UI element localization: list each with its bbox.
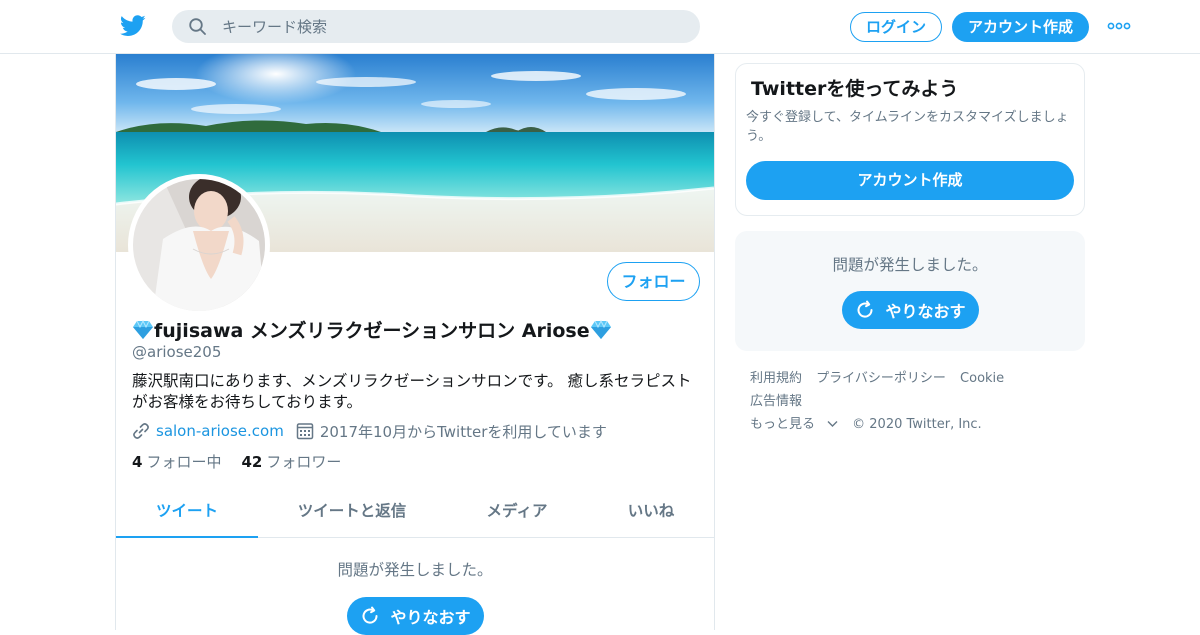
footer-second-row: もっと見る © 2020 Twitter, Inc. [750,413,1080,436]
profile-bio: 藤沢駅南口にあります、メンズリラクゼーションサロンです。 癒し系セラピストがお客… [132,372,692,411]
diamond-icon [590,319,611,339]
followers-stat[interactable]: 42 フォロワー [241,451,341,472]
profile-meta: salon-ariose.com 2017年10月からTwitterを利用してい… [132,421,607,441]
tab-tweets[interactable]: ツイート [116,491,258,538]
more-options-icon[interactable] [1107,22,1131,30]
profile-tabs: ツイート ツイートと返信 メディア いいね [116,491,714,538]
sidebar-error-message: 問題が発生しました。 [832,256,988,274]
search-bar[interactable] [172,10,700,43]
profile-column: フォロー fujisawa メンズリラクゼーションサロン Ariose @ari… [115,54,715,635]
profile-website-link[interactable]: salon-ariose.com [156,422,284,440]
diamond-icon [133,319,153,339]
chevron-down-icon [827,421,838,427]
sidebar-retry-button[interactable]: やりなおす [842,291,979,329]
profile-handle: @ariose205 [132,343,222,361]
footer-link-cookie[interactable]: Cookie [960,371,1004,386]
tab-media[interactable]: メディア [446,491,588,538]
following-label: フォロー中 [146,453,222,471]
login-button[interactable]: ログイン [850,12,942,42]
signup-card-title: Twitterを使ってみよう [751,78,959,100]
following-count: 4 [132,453,143,471]
sidebar-error-card: 問題が発生しました。 やりなおす [735,231,1085,351]
followers-label: フォロワー [266,453,342,471]
tab-likes[interactable]: いいね [588,491,714,538]
profile-avatar[interactable] [128,174,270,316]
footer-link-privacy[interactable]: プライバシーポリシー [816,371,946,386]
link-icon [133,423,149,439]
footer-more-link[interactable]: もっと見る [750,417,838,432]
refresh-icon [363,606,378,624]
footer: 利用規約 プライバシーポリシー Cookie 広告情報 もっと見る © 2020… [750,367,1080,436]
top-navigation-bar: ログイン アカウント作成 [0,0,1200,54]
signup-button[interactable]: アカウント作成 [952,12,1089,42]
signup-card-button[interactable]: アカウント作成 [746,161,1074,200]
footer-link-ads-info[interactable]: 広告情報 [750,394,802,409]
profile-joined-date: 2017年10月からTwitterを利用しています [319,422,607,441]
footer-links-row: 利用規約 プライバシーポリシー Cookie 広告情報 [750,367,1080,413]
display-name-text: fujisawa メンズリラクゼーションサロン Ariose [154,320,590,342]
footer-link-terms[interactable]: 利用規約 [750,371,802,386]
retry-label: やりなおす [885,302,966,321]
footer-more-label: もっと見る [750,417,816,432]
footer-copyright: © 2020 Twitter, Inc. [852,417,982,432]
timeline-retry-button[interactable]: やりなおす [347,597,484,635]
twitter-bird-logo-icon[interactable] [120,14,146,38]
profile-display-name: fujisawa メンズリラクゼーションサロン Ariose [132,316,612,343]
following-stat[interactable]: 4 フォロー中 [132,451,221,472]
profile-stats: 4 フォロー中 42 フォロワー [132,451,361,472]
calendar-icon [296,423,314,440]
follow-button[interactable]: フォロー [607,262,700,301]
signup-card-subtitle: 今すぐ登録して、タイムラインをカスタマイズしましょう。 [746,110,1069,144]
search-icon [189,18,206,35]
timeline-error-message: 問題が発生しました。 [337,561,493,579]
refresh-icon [858,300,873,318]
search-input[interactable] [222,10,682,43]
followers-count: 42 [241,453,263,471]
tab-tweets-and-replies[interactable]: ツイートと返信 [258,491,446,538]
signup-card: Twitterを使ってみよう 今すぐ登録して、タイムラインをカスタマイズしましょ… [735,63,1085,216]
retry-label: やりなおす [390,608,471,627]
